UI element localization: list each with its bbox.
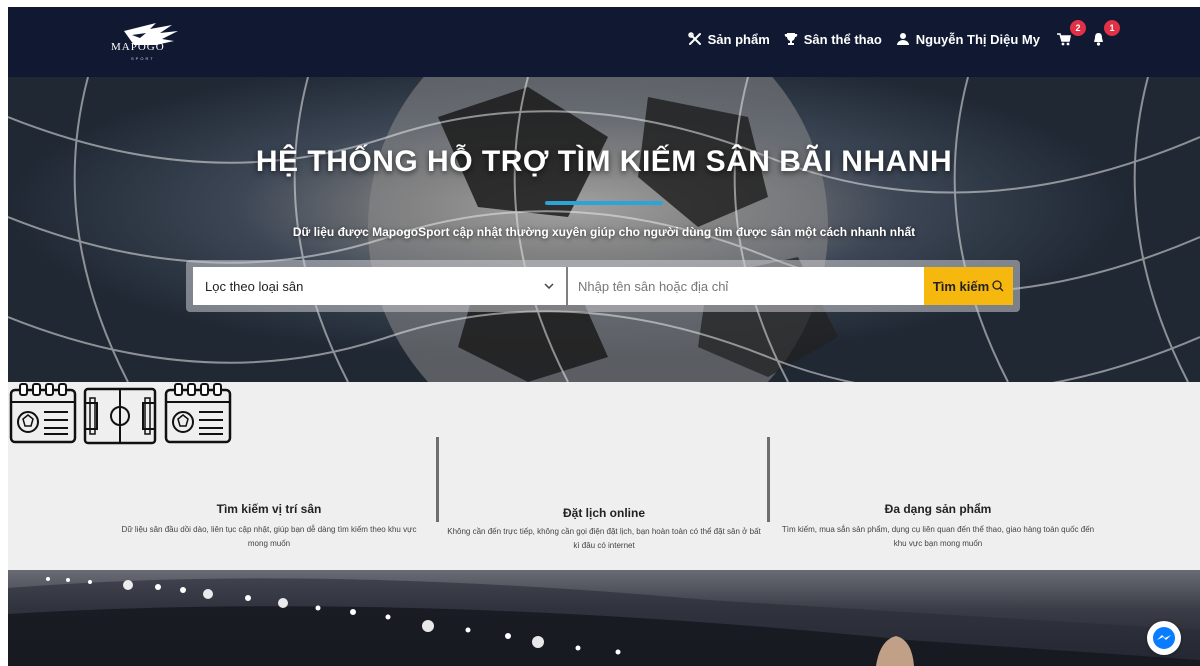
- feature-divider: [436, 437, 439, 522]
- search-button[interactable]: Tìm kiếm: [924, 267, 1013, 305]
- features-section: Tìm kiếm vị trí sân Dữ liệu sân đầu dồi …: [8, 382, 1200, 570]
- user-icon: [896, 33, 909, 45]
- hero-subtitle: Dữ liệu được MapogoSport cập nhật thường…: [292, 225, 916, 239]
- notification-badge: 1: [1104, 20, 1120, 36]
- cart-badge: 2: [1070, 20, 1086, 36]
- hero-banner: HỆ THỐNG HỖ TRỢ TÌM KIẾM SÂN BÃI NHANH D…: [8, 77, 1200, 382]
- logo-text: MAPOGO: [111, 41, 165, 53]
- nav-products-label: Sản phẩm: [707, 31, 770, 47]
- tools-icon: [687, 32, 701, 45]
- messenger-chat-button[interactable]: [1147, 621, 1181, 655]
- main-nav: Sản phẩm Sân thể thao Nguyễn Thị Diệu My: [687, 20, 1120, 49]
- stadium-lights-image: [8, 577, 1200, 666]
- nav-venues-label: Sân thể thao: [803, 31, 882, 47]
- page: MAPOGO SPORT Sản phẩm Sân thể thao Nguyễ…: [8, 7, 1200, 666]
- notification-button[interactable]: 1: [1088, 20, 1120, 49]
- feature-desc-booking: Không cần đến trực tiếp, không cần gọi đ…: [447, 527, 761, 550]
- search-bar: Lọc theo loại sân Tìm kiếm: [186, 260, 1020, 312]
- search-button-label: Tìm kiếm: [932, 278, 990, 294]
- football-field-icon: [84, 387, 157, 445]
- feature-title-products: Đa dạng sản phẩm: [884, 502, 992, 516]
- venue-type-filter-value: Lọc theo loại sân: [205, 278, 304, 294]
- top-navbar: MAPOGO SPORT Sản phẩm Sân thể thao Nguyễ…: [8, 7, 1200, 77]
- cart-button[interactable]: 2: [1054, 20, 1086, 49]
- calendar-football-icon: [9, 383, 77, 444]
- cart-icon: [1057, 33, 1071, 46]
- chevron-down-icon: [544, 283, 554, 289]
- messenger-icon: [1153, 627, 1175, 649]
- nav-venues[interactable]: Sân thể thao: [784, 32, 882, 47]
- stadium-banner: [8, 570, 1200, 666]
- feature-desc-products: Tìm kiếm, mua sắn sản phẩm, dụng cụ liên…: [781, 525, 1095, 548]
- bell-icon: [1093, 33, 1103, 46]
- feature-title-location: Tìm kiếm vị trí sân: [216, 502, 322, 516]
- nav-products[interactable]: Sản phẩm: [687, 31, 770, 47]
- search-input[interactable]: [568, 267, 924, 305]
- calendar-football-icon: [164, 383, 232, 444]
- venue-type-filter[interactable]: Lọc theo loại sân: [193, 267, 566, 305]
- feature-desc-location: Dữ liệu sân đầu dồi dào, liên tục cập nh…: [121, 525, 417, 548]
- feature-title-booking: Đặt lịch online: [562, 506, 645, 520]
- nav-user-name: Nguyễn Thị Diệu My: [915, 31, 1040, 47]
- hero-title-underline: [545, 201, 663, 205]
- trophy-icon: [784, 33, 798, 45]
- search-icon: [992, 280, 1004, 292]
- feature-divider: [767, 437, 770, 522]
- logo-subtext: SPORT: [131, 56, 155, 61]
- hero-title: HỆ THỐNG HỖ TRỢ TÌM KIẾM SÂN BÃI NHANH: [255, 145, 953, 178]
- nav-user[interactable]: Nguyễn Thị Diệu My: [896, 32, 1040, 47]
